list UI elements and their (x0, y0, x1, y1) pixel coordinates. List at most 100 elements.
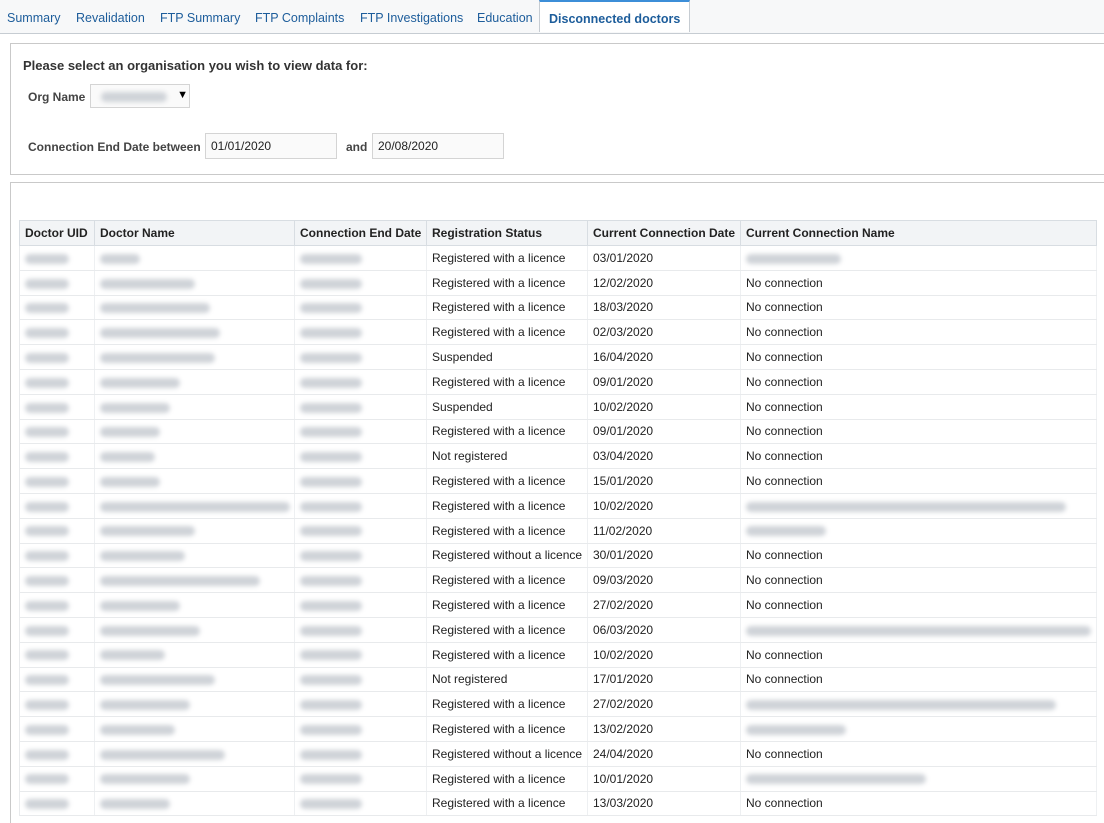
org-name-select[interactable]: ▼ (90, 84, 190, 108)
current-connection-name-cell: No connection (740, 741, 1097, 767)
connection-end-date-cell (294, 419, 427, 445)
date-to-input[interactable] (372, 133, 504, 159)
doctor-name-cell (94, 543, 295, 569)
redacted-text (25, 427, 69, 438)
table-row[interactable]: Registered without a licence 24/04/2020 No… (19, 741, 1097, 767)
current-connection-date-cell: 09/03/2020 (587, 567, 741, 594)
doctor-name-cell (94, 369, 295, 395)
table-row[interactable]: Suspended 10/02/2020 No connection (19, 394, 1097, 420)
and-label: and (346, 140, 368, 154)
doctor-uid-cell (19, 245, 95, 271)
redacted-text (100, 774, 190, 785)
connection-end-date-cell (294, 319, 427, 346)
table-row[interactable]: Registered with a licence 27/02/2020 No co… (19, 592, 1097, 618)
table-row[interactable]: Registered with a licence 09/01/2020 No co… (19, 369, 1097, 395)
current-connection-date-cell: 11/02/2020 (587, 518, 741, 544)
registration-status-cell: Registered with a licence (426, 270, 588, 296)
table-header-row: Doctor UID Doctor Name Connection End Da… (19, 220, 1097, 246)
redacted-text (746, 700, 1056, 711)
current-connection-date-cell: 16/04/2020 (587, 344, 741, 370)
doctor-uid-cell (19, 716, 95, 742)
doctor-name-cell (94, 394, 295, 420)
registration-status-cell: Registered without a licence (426, 741, 588, 767)
doctor-uid-cell (19, 691, 95, 718)
tab-summary[interactable]: Summary (7, 0, 60, 33)
redacted-text (25, 377, 69, 388)
doctor-uid-cell (19, 344, 95, 370)
connection-end-date-cell (294, 691, 427, 718)
column-header-current-connection-name[interactable]: Current Connection Name (740, 220, 1097, 246)
redacted-text (300, 526, 362, 537)
connection-end-date-cell (294, 543, 427, 569)
doctor-name-cell (94, 295, 295, 321)
current-connection-name-cell: No connection (740, 270, 1097, 296)
table-row[interactable]: Registered with a licence 11/02/2020 (19, 518, 1097, 544)
tab-revalidation[interactable]: Revalidation (76, 0, 145, 33)
current-connection-name-cell (740, 245, 1097, 271)
current-connection-name-cell: No connection (740, 419, 1097, 445)
column-header-doctor-name[interactable]: Doctor Name (94, 220, 295, 246)
table-row[interactable]: Registered with a licence 06/03/2020 (19, 617, 1097, 643)
redacted-text (300, 625, 362, 636)
redacted-text (100, 600, 180, 611)
table-row[interactable]: Registered with a licence 18/03/2020 No co… (19, 295, 1097, 321)
table-row[interactable]: Registered with a licence 10/01/2020 (19, 766, 1097, 792)
current-connection-date-cell: 03/01/2020 (587, 245, 741, 271)
doctor-name-cell (94, 642, 295, 668)
redacted-text (300, 476, 362, 487)
current-connection-name-cell (740, 493, 1097, 519)
doctor-name-cell (94, 468, 295, 494)
connection-end-date-cell (294, 567, 427, 594)
table-row[interactable]: Registered with a licence 09/01/2020 No co… (19, 419, 1097, 445)
tab-ftp-investigations[interactable]: FTP Investigations (360, 0, 463, 33)
table-row[interactable]: Registered with a licence 10/02/2020 (19, 493, 1097, 519)
column-header-doctor-uid[interactable]: Doctor UID (19, 220, 95, 246)
redacted-text (25, 650, 69, 661)
table-row[interactable]: Registered with a licence 15/01/2020 No co… (19, 468, 1097, 494)
table-row[interactable]: Registered with a licence 10/02/2020 No co… (19, 642, 1097, 668)
table-row[interactable]: Registered with a licence 13/03/2020 No co… (19, 791, 1097, 817)
doctor-uid-cell (19, 468, 95, 494)
table-row[interactable]: Registered with a licence 02/03/2020 No co… (19, 319, 1097, 346)
current-connection-date-cell: 17/01/2020 (587, 667, 741, 693)
connection-end-date-label: Connection End Date between (28, 140, 201, 154)
dropdown-arrow-icon[interactable]: ▼ (177, 89, 188, 101)
column-header-registration-status[interactable]: Registration Status (426, 220, 588, 246)
date-from-input[interactable] (205, 133, 337, 159)
doctor-uid-cell (19, 592, 95, 618)
doctor-name-cell (94, 518, 295, 544)
doctor-uid-cell (19, 642, 95, 668)
tab-education[interactable]: Education (477, 0, 533, 33)
registration-status-cell: Registered with a licence (426, 518, 588, 544)
redacted-text (25, 700, 69, 711)
redacted-text (25, 724, 69, 735)
current-connection-date-cell: 09/01/2020 (587, 369, 741, 395)
redacted-text (100, 253, 140, 264)
current-connection-date-cell: 10/02/2020 (587, 642, 741, 668)
table-row[interactable]: Registered with a licence 27/02/2020 (19, 691, 1097, 718)
doctor-name-cell (94, 766, 295, 792)
table-row[interactable]: Registered with a licence 13/02/2020 (19, 716, 1097, 742)
redacted-text (300, 452, 362, 463)
current-connection-name-cell (740, 617, 1097, 643)
column-header-connection-end-date[interactable]: Connection End Date (294, 220, 427, 246)
current-connection-name-cell: No connection (740, 791, 1097, 817)
redacted-text (25, 551, 69, 562)
current-connection-name-cell (740, 691, 1097, 718)
table-row[interactable]: Registered with a licence 12/02/2020 No co… (19, 270, 1097, 296)
column-header-current-connection-date[interactable]: Current Connection Date (587, 220, 741, 246)
table-row[interactable]: Registered with a licence 03/01/2020 (19, 245, 1097, 271)
table-row[interactable]: Not registered 17/01/2020 No connection (19, 667, 1097, 693)
table-row[interactable]: Not registered 03/04/2020 No connection (19, 443, 1097, 470)
redacted-text (300, 700, 362, 711)
table-row[interactable]: Registered with a licence 09/03/2020 No co… (19, 567, 1097, 594)
redacted-text (300, 600, 362, 611)
tab-disconnected-doctors[interactable]: Disconnected doctors (539, 0, 691, 32)
doctor-uid-cell (19, 667, 95, 693)
tab-ftp-summary[interactable]: FTP Summary (160, 0, 240, 33)
tab-ftp-complaints[interactable]: FTP Complaints (255, 0, 344, 33)
doctor-name-cell (94, 741, 295, 767)
table-row[interactable]: Suspended 16/04/2020 No connection (19, 344, 1097, 370)
table-row[interactable]: Registered without a licence 30/01/2020 No… (19, 543, 1097, 569)
registration-status-cell: Registered with a licence (426, 419, 588, 445)
